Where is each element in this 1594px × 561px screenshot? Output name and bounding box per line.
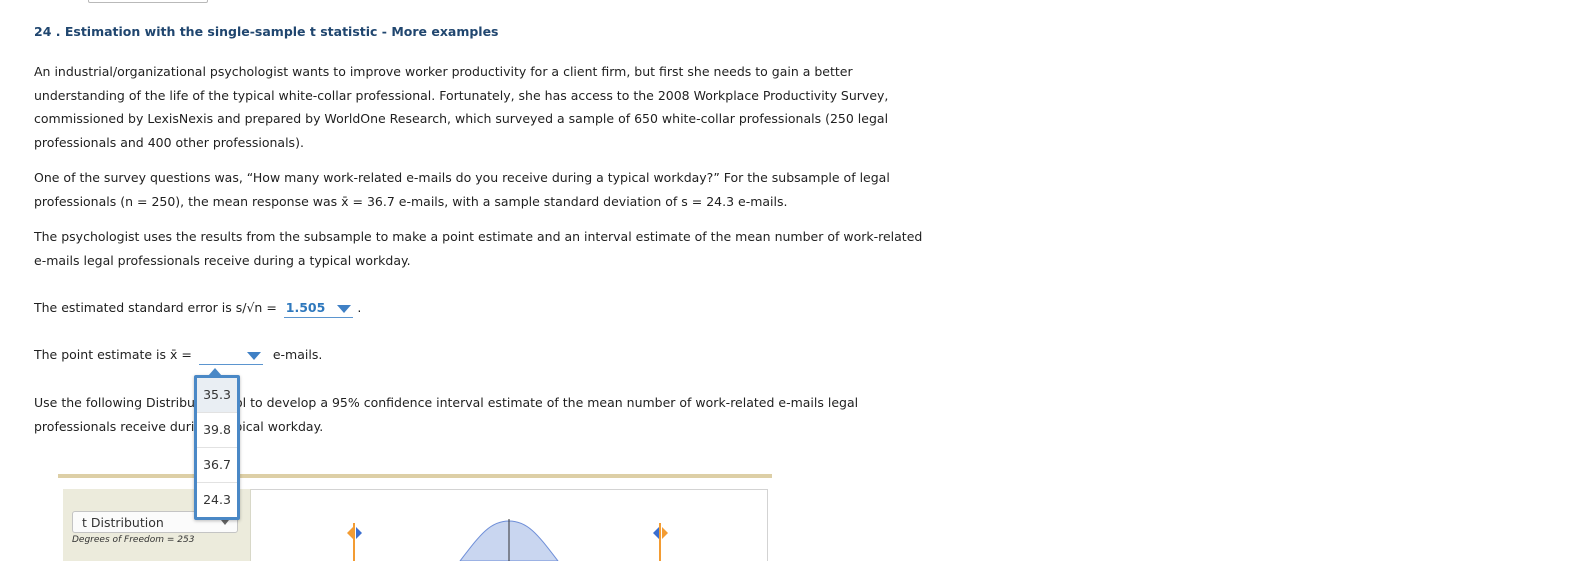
right-cutoff-marker[interactable] bbox=[653, 523, 668, 561]
standard-error-value: 1.505 bbox=[285, 300, 326, 315]
question-title: 24 . Estimation with the single-sample t… bbox=[34, 24, 499, 39]
point-estimate-dropdown-menu: 35.3 39.8 36.7 24.3 bbox=[194, 375, 240, 520]
instructions-line-1: Use the following Distribu ol to develop … bbox=[34, 395, 859, 410]
left-cutoff-marker[interactable] bbox=[347, 523, 362, 561]
top-control-stub[interactable] bbox=[88, 0, 208, 3]
dropdown-option[interactable]: 36.7 bbox=[197, 448, 237, 483]
standard-error-label: The estimated standard error is s/√n = bbox=[34, 300, 281, 315]
standard-error-select[interactable]: 1.505 bbox=[283, 299, 354, 318]
dropdown-option[interactable]: 39.8 bbox=[197, 413, 237, 448]
intro-paragraph: An industrial/organizational psychologis… bbox=[34, 64, 889, 150]
standard-error-period: . bbox=[357, 300, 362, 315]
left-arrow-icon bbox=[347, 527, 353, 539]
degrees-of-freedom-label: Degrees of Freedom = 253 bbox=[72, 535, 195, 545]
instructions-line-2: professionals receive duri pical workday. bbox=[34, 418, 324, 434]
left-arrow-icon bbox=[653, 527, 659, 539]
survey-paragraph: One of the survey questions was, “How ma… bbox=[34, 170, 890, 209]
section-divider bbox=[58, 474, 772, 478]
point-estimate-line: The point estimate is x̄ = e-mails. bbox=[34, 345, 322, 365]
right-arrow-icon bbox=[662, 527, 668, 539]
standard-error-line: The estimated standard error is s/√n = 1… bbox=[34, 298, 361, 318]
chevron-down-icon bbox=[221, 520, 229, 525]
dropdown-option[interactable]: 35.3 bbox=[197, 378, 237, 413]
distribution-type-value: t Distribution bbox=[82, 515, 164, 530]
dropdown-pointer bbox=[208, 368, 222, 376]
right-arrow-icon bbox=[356, 527, 362, 539]
point-estimate-unit: e-mails. bbox=[272, 347, 323, 362]
estimate-paragraph: The psychologist uses the results from t… bbox=[34, 229, 923, 268]
point-estimate-label: The point estimate is x̄ = bbox=[34, 347, 196, 362]
t-distribution-plot bbox=[347, 519, 668, 561]
dropdown-option[interactable]: 24.3 bbox=[197, 483, 237, 517]
chevron-down-icon bbox=[246, 352, 261, 360]
assignment-page: 24 . Estimation with the single-sample t… bbox=[0, 0, 1594, 561]
chevron-down-icon bbox=[337, 305, 352, 313]
instructions-paragraph: Use the following Distribu ol to develop … bbox=[34, 391, 934, 438]
point-estimate-select[interactable] bbox=[198, 346, 263, 365]
